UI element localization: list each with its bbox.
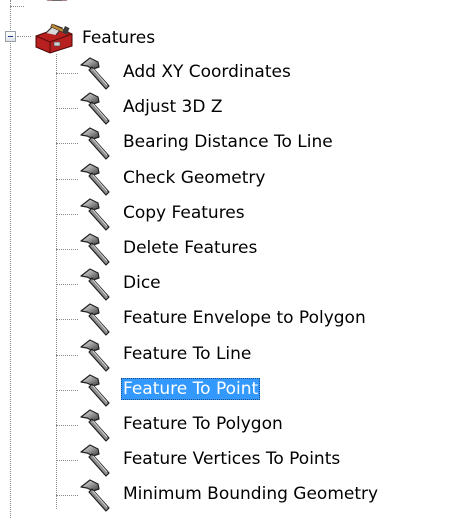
- tree-connector-item: [56, 108, 78, 109]
- tree-item-label: Dice: [123, 273, 161, 293]
- toolbox-icon: [35, 23, 73, 54]
- tree-connector-item: [56, 319, 78, 320]
- toolbox-icon-partial: [46, 0, 68, 1]
- tree-item[interactable]: Feature Envelope to Polygon: [76, 302, 446, 336]
- tree-connector-item: [56, 355, 78, 356]
- tree-item[interactable]: Copy Features: [76, 197, 446, 231]
- tree-connector-item: [56, 390, 78, 391]
- hammer-icon: [76, 302, 114, 336]
- tree-item[interactable]: Feature To Point: [76, 373, 446, 407]
- tree-item-label: Copy Features: [123, 203, 245, 223]
- tree-item-label: Delete Features: [123, 238, 258, 258]
- tree-item-label: Feature Envelope to Polygon: [123, 308, 366, 328]
- tree-item[interactable]: Check Geometry: [76, 162, 446, 196]
- hammer-icon: [76, 443, 114, 477]
- tree-connector-root: [10, 0, 11, 518]
- tree-item[interactable]: Dice: [76, 267, 446, 301]
- tree-item-label: Feature To Line: [123, 344, 252, 364]
- tree-item[interactable]: Feature To Line: [76, 338, 446, 372]
- tree-connector-item: [56, 249, 78, 250]
- tree-item-label: Bearing Distance To Line: [123, 132, 333, 152]
- tree-item-label: Add XY Coordinates: [123, 62, 291, 82]
- hammer-icon: [76, 478, 114, 512]
- tree-connector-item: [56, 460, 78, 461]
- tree-connector-item: [56, 179, 78, 180]
- hammer-icon: [76, 232, 114, 266]
- tree-item-label: Check Geometry: [123, 168, 266, 188]
- tree-connector-children: [56, 54, 57, 509]
- tree-connector-item: [56, 284, 78, 285]
- tree-connector-item: [56, 495, 78, 496]
- tree-item[interactable]: Feature Vertices To Points: [76, 443, 446, 477]
- tree-item[interactable]: Delete Features: [76, 232, 446, 266]
- tree-item[interactable]: Feature To Polygon: [76, 408, 446, 442]
- tree-connector-item: [56, 143, 78, 144]
- hammer-icon: [76, 408, 114, 442]
- hammer-icon: [76, 373, 114, 407]
- hammer-icon: [76, 267, 114, 301]
- hammer-icon: [76, 126, 114, 160]
- tree-connector-item: [56, 73, 78, 74]
- tree-item-label: Feature To Point: [121, 378, 261, 400]
- hammer-icon: [76, 56, 114, 90]
- hammer-icon: [76, 197, 114, 231]
- tree-item-label: Minimum Bounding Geometry: [123, 484, 379, 504]
- tree-item-label: Feature To Polygon: [123, 414, 283, 434]
- tree-connector-item: [56, 214, 78, 215]
- tree-item[interactable]: Add XY Coordinates: [76, 56, 446, 90]
- collapse-toggle[interactable]: [5, 31, 16, 42]
- tree-item[interactable]: Minimum Bounding Geometry: [76, 478, 446, 512]
- toolbox-tree: Features Add XY Coordinates Adjust 3D Z …: [0, 0, 450, 518]
- hammer-icon: [76, 91, 114, 125]
- hammer-icon: [76, 162, 114, 196]
- tree-item-label: Adjust 3D Z: [123, 97, 223, 117]
- tree-item[interactable]: Bearing Distance To Line: [76, 126, 446, 160]
- hammer-icon: [76, 338, 114, 372]
- tree-item[interactable]: Adjust 3D Z: [76, 91, 446, 125]
- node-label-features[interactable]: Features: [82, 27, 155, 49]
- tree-connector-item: [56, 425, 78, 426]
- tree-connector-stub: [10, 6, 24, 7]
- tree-connector-node: [17, 36, 31, 37]
- tree-item-label: Feature Vertices To Points: [123, 449, 341, 469]
